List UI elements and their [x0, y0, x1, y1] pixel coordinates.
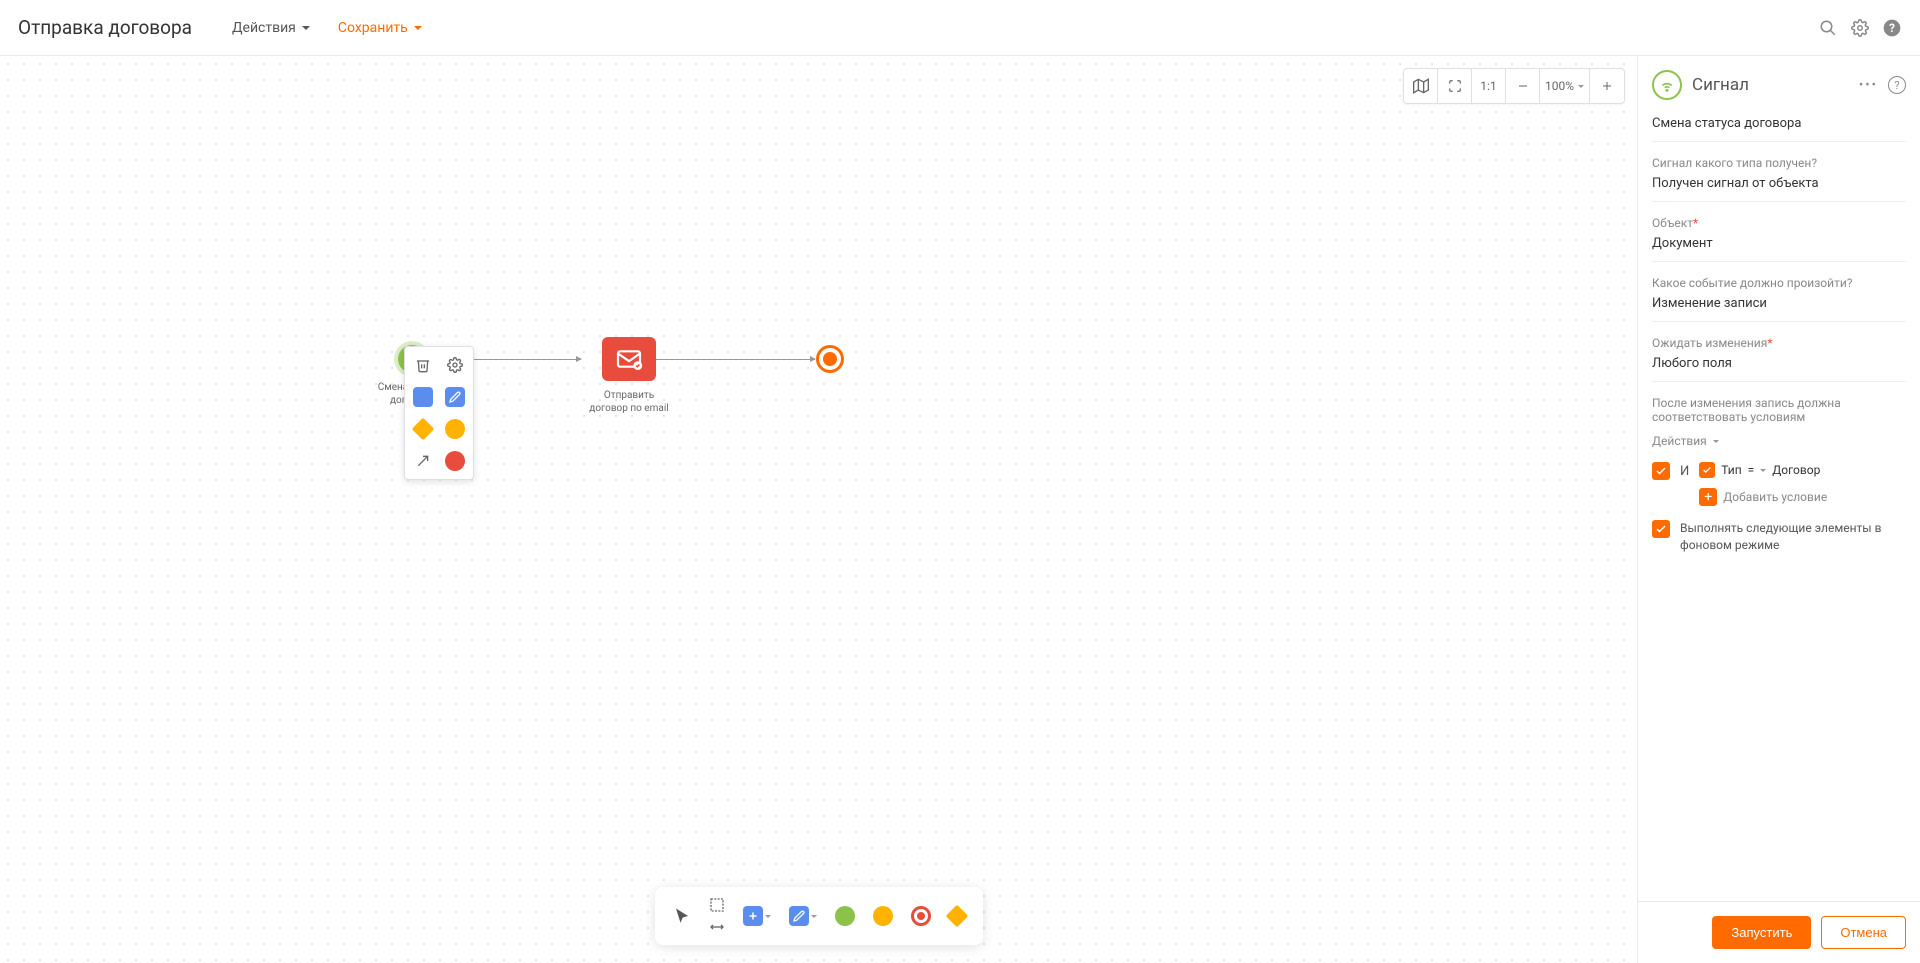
- more-menu-button[interactable]: •••: [1859, 78, 1878, 93]
- minimap-button[interactable]: [1404, 69, 1438, 103]
- page-title: Отправка договора: [18, 16, 192, 39]
- task-element-button[interactable]: [411, 385, 435, 409]
- fullscreen-button[interactable]: [1438, 69, 1472, 103]
- main-layout: 1:1 100% Смена статуса: [0, 56, 1920, 963]
- and-operator-label[interactable]: И: [1680, 464, 1689, 479]
- add-action-tool[interactable]: [789, 906, 817, 926]
- email-icon: [602, 337, 656, 381]
- event-label: Какое событие должно произойти?: [1652, 276, 1906, 290]
- header-menu: Действия Сохранить: [232, 20, 422, 36]
- panel-title: Сигнал: [1692, 75, 1849, 95]
- wait-value: Любого поля: [1652, 356, 1906, 371]
- actions-menu[interactable]: Действия: [232, 20, 310, 36]
- zoom-level-label: 100%: [1545, 79, 1574, 93]
- edit-element-button[interactable]: [443, 385, 467, 409]
- email-node-label: Отправить договор по email: [584, 389, 674, 415]
- end-node[interactable]: [816, 345, 844, 373]
- search-icon[interactable]: [1818, 18, 1838, 38]
- chevron-down-icon: [1713, 440, 1719, 443]
- condition-field: Тип: [1721, 463, 1741, 477]
- conditions-actions-label: Действия: [1652, 434, 1707, 448]
- svg-text:?: ?: [1889, 21, 1895, 35]
- chevron-down-icon: [414, 26, 422, 30]
- zoom-in-button[interactable]: [1590, 69, 1624, 103]
- object-field[interactable]: Объект* Документ: [1652, 216, 1906, 262]
- lasso-tool[interactable]: [709, 897, 725, 913]
- zoom-reset-button[interactable]: 1:1: [1472, 69, 1506, 103]
- lasso-move-group: [709, 897, 725, 935]
- gateway-element-button[interactable]: [411, 417, 435, 441]
- chevron-down-icon: [1578, 85, 1584, 88]
- move-tool[interactable]: [709, 919, 725, 935]
- canvas[interactable]: 1:1 100% Смена статуса: [0, 56, 1637, 963]
- wait-label: Ожидать изменения*: [1652, 336, 1906, 350]
- background-checkbox-row[interactable]: Выполнять следующие элементы в фоновом р…: [1652, 520, 1906, 554]
- delete-button[interactable]: [411, 353, 435, 377]
- properties-panel: Сигнал ••• ? Смена статуса договора Сигн…: [1638, 56, 1920, 963]
- group-checkbox[interactable]: [1652, 462, 1670, 480]
- condition-rows: Тип = Договор + Добавить условие: [1699, 462, 1906, 506]
- row-checkbox[interactable]: [1699, 462, 1715, 478]
- conditions-section: После изменения запись должна соответств…: [1652, 396, 1906, 564]
- add-task-tool[interactable]: [743, 906, 771, 926]
- save-menu-label: Сохранить: [338, 20, 408, 36]
- object-value: Документ: [1652, 236, 1906, 251]
- node-context-menu: [404, 346, 474, 480]
- zoom-out-button[interactable]: [1506, 69, 1540, 103]
- condition-row[interactable]: Тип = Договор: [1699, 462, 1906, 478]
- add-condition-label: Добавить условие: [1723, 490, 1827, 504]
- background-checkbox[interactable]: [1652, 520, 1670, 538]
- help-button[interactable]: ?: [1888, 76, 1906, 94]
- pointer-tool[interactable]: [673, 907, 691, 925]
- chevron-down-icon: [765, 915, 771, 918]
- event-field[interactable]: Какое событие должно произойти? Изменени…: [1652, 276, 1906, 322]
- name-field[interactable]: Смена статуса договора: [1652, 116, 1906, 142]
- element-toolbox: [655, 887, 983, 945]
- connect-arrow-button[interactable]: [411, 449, 435, 473]
- canvas-container: 1:1 100% Смена статуса: [0, 56, 1638, 963]
- run-button[interactable]: Запустить: [1712, 916, 1811, 949]
- condition-value: Договор: [1772, 463, 1820, 477]
- add-icon: +: [1699, 488, 1717, 506]
- gear-icon[interactable]: [1850, 18, 1870, 38]
- panel-footer: Запустить Отмена: [1638, 901, 1920, 963]
- zoom-level-dropdown[interactable]: 100%: [1540, 69, 1590, 103]
- app-header: Отправка договора Действия Сохранить ?: [0, 0, 1920, 56]
- panel-header: Сигнал ••• ?: [1652, 70, 1906, 100]
- chevron-down-icon: [302, 26, 310, 30]
- add-start-event-tool[interactable]: [835, 906, 855, 926]
- actions-menu-label: Действия: [232, 20, 296, 36]
- object-label: Объект*: [1652, 216, 1906, 230]
- add-condition-row[interactable]: + Добавить условие: [1699, 488, 1906, 506]
- add-gateway-tool[interactable]: [949, 908, 965, 924]
- help-icon[interactable]: ?: [1882, 18, 1902, 38]
- chevron-down-icon: [1760, 469, 1766, 472]
- name-value: Смена статуса договора: [1652, 116, 1906, 131]
- background-label: Выполнять следующие элементы в фоновом р…: [1680, 520, 1906, 554]
- wait-field[interactable]: Ожидать изменения* Любого поля: [1652, 336, 1906, 382]
- end-event-button[interactable]: [443, 449, 467, 473]
- save-menu[interactable]: Сохранить: [338, 20, 422, 36]
- condition-group: И Тип = Договор + Добавить условие: [1652, 462, 1906, 506]
- header-icons: ?: [1818, 18, 1902, 38]
- intermediate-event-button[interactable]: [443, 417, 467, 441]
- condition-op: =: [1748, 463, 1755, 477]
- canvas-toolbar: 1:1 100%: [1403, 68, 1625, 104]
- conditions-label: После изменения запись должна соответств…: [1652, 396, 1906, 424]
- email-node[interactable]: Отправить договор по email: [584, 337, 674, 415]
- signal-type-field[interactable]: Сигнал какого типа получен? Получен сигн…: [1652, 156, 1906, 202]
- add-intermediate-event-tool[interactable]: [873, 906, 893, 926]
- cancel-button[interactable]: Отмена: [1821, 916, 1906, 949]
- end-event-icon: [816, 345, 844, 373]
- chevron-down-icon: [811, 915, 817, 918]
- conditions-actions-menu[interactable]: Действия: [1652, 434, 1906, 448]
- signal-type-label: Сигнал какого типа получен?: [1652, 156, 1906, 170]
- settings-button[interactable]: [443, 353, 467, 377]
- signal-icon: [1652, 70, 1682, 100]
- signal-type-value: Получен сигнал от объекта: [1652, 176, 1906, 191]
- event-value: Изменение записи: [1652, 296, 1906, 311]
- add-end-event-tool[interactable]: [911, 906, 931, 926]
